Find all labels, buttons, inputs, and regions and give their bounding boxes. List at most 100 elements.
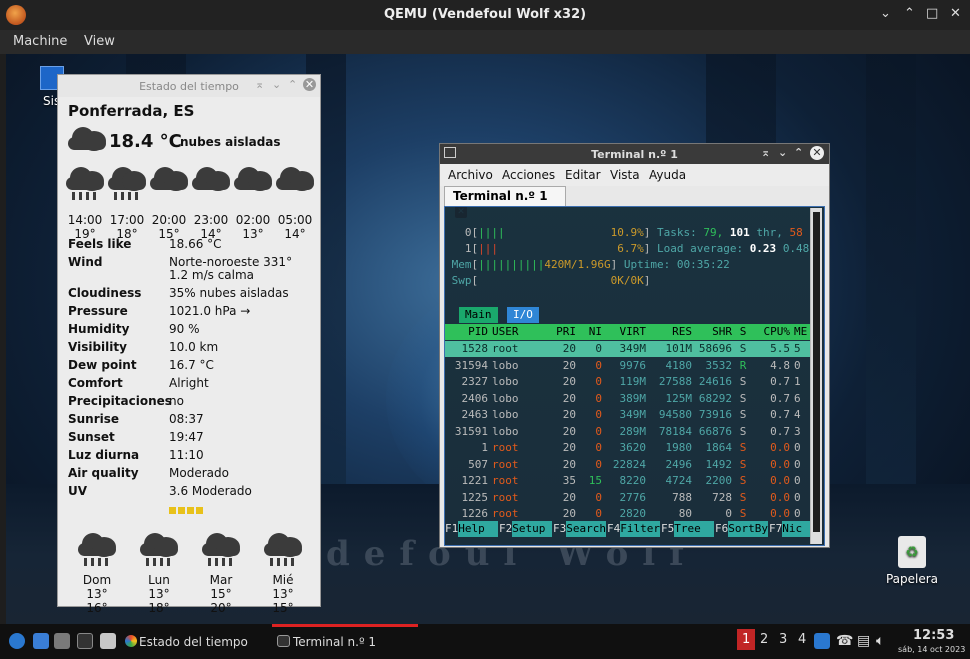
- workspace-1[interactable]: 1: [737, 629, 756, 650]
- maximize-icon[interactable]: □: [926, 6, 938, 21]
- detail-value: 3.6 Moderado: [169, 484, 252, 498]
- uv-bar-segment: [169, 507, 176, 514]
- cell: 0.7: [770, 408, 790, 421]
- desktop-icon-trash[interactable]: ♻ Papelera: [882, 536, 942, 586]
- htop-tab-io[interactable]: I/O: [507, 307, 539, 323]
- menu-machine[interactable]: Machine: [13, 34, 67, 49]
- cell: 27588: [658, 375, 692, 388]
- cell: 2327: [461, 375, 489, 388]
- cell: NI: [588, 325, 602, 338]
- detail-value: 90 %: [169, 322, 200, 336]
- maximize-icon[interactable]: ⌃: [288, 78, 297, 91]
- detail-label: Sunrise: [68, 412, 120, 426]
- menu-editar[interactable]: Editar: [565, 168, 601, 182]
- cell: 507: [468, 457, 488, 471]
- detail-label: UV: [68, 484, 88, 498]
- terminal-launcher-icon[interactable]: [77, 633, 93, 649]
- fkey-setup[interactable]: F2Setup: [499, 521, 553, 537]
- workspace-4[interactable]: 4: [798, 632, 806, 647]
- process-row[interactable]: 31591 lobo 20 0 289M 78184 66876 S 0.7 3: [445, 424, 815, 440]
- cell: lobo: [492, 391, 519, 405]
- cell: 24616: [698, 375, 732, 388]
- menu-view[interactable]: View: [84, 34, 115, 49]
- hourly-forecast: 02:00 13°: [232, 167, 274, 241]
- maximize-icon[interactable]: ⌃: [794, 146, 803, 159]
- process-row[interactable]: 2406 lobo 20 0 389M 125M 68292 S 0.7 6: [445, 391, 815, 407]
- fkey-tree[interactable]: F5Tree: [661, 521, 715, 537]
- minimize-icon[interactable]: ⌄: [880, 6, 891, 21]
- guest-desktop: defoul Wolf Sist ♻ Papelera Estado del t…: [6, 54, 970, 659]
- fkey-sortby[interactable]: F6SortBy: [715, 521, 769, 537]
- detail-value: 11:10: [169, 448, 204, 462]
- cell: 728: [712, 490, 732, 504]
- hourly-forecast: 23:00 14°: [190, 167, 232, 241]
- menu-vista[interactable]: Vista: [610, 168, 640, 182]
- cpu0-meter: 0[|||| 10.9%] Tasks: 79, 101 thr, 58 k: [464, 226, 816, 239]
- process-row[interactable]: 1528 root 20 0 349M 101M 58696 S 5.5 5: [445, 341, 815, 357]
- process-row[interactable]: 1 root 20 0 3620 1980 1864 S 0.0 0: [445, 440, 815, 456]
- process-row[interactable]: 1226 root 20 0 2820 80 0 S 0.0 0: [445, 506, 815, 522]
- file-manager-icon[interactable]: [54, 633, 70, 649]
- storage-icon[interactable]: ▤: [857, 633, 870, 649]
- shade-icon[interactable]: ⌅: [761, 146, 770, 159]
- cell: 0: [595, 490, 602, 504]
- fkey-filter[interactable]: F4Filter: [607, 521, 661, 537]
- menu-archivo[interactable]: Archivo: [448, 168, 493, 182]
- fkey-number: F7: [769, 522, 783, 535]
- htop-tab-main[interactable]: Main: [459, 307, 498, 323]
- close-icon[interactable]: ✕: [303, 78, 316, 91]
- uv-level-bar: [169, 499, 205, 514]
- network-icon[interactable]: ☎: [836, 633, 853, 649]
- cell: 4.8: [770, 358, 790, 372]
- cell: 0.0: [770, 507, 790, 520]
- process-row[interactable]: 1221 root 35 15 8220 4724 2200 S 0.0 0: [445, 473, 815, 489]
- cell: lobo: [492, 408, 519, 421]
- close-icon[interactable]: ✕: [810, 146, 824, 160]
- workspace-3[interactable]: 3: [779, 632, 787, 647]
- process-table-header[interactable]: PID USER PRI NI VIRT RES SHR S CPU% ME: [445, 324, 815, 340]
- workspace-2[interactable]: 2: [760, 632, 768, 647]
- close-icon[interactable]: ✕: [950, 6, 961, 21]
- daily-day: Dom: [82, 573, 112, 587]
- process-row[interactable]: 2463 lobo 20 0 349M 94580 73916 S 0.7 4: [445, 407, 815, 423]
- hourly-time: 02:00: [235, 213, 271, 227]
- cell: 20: [562, 424, 576, 438]
- cell: 80: [678, 507, 692, 520]
- terminal-tab[interactable]: Terminal n.º 1 ✕: [444, 186, 566, 218]
- menu-acciones[interactable]: Acciones: [502, 168, 555, 182]
- editor-launcher-icon[interactable]: [100, 633, 116, 649]
- process-row[interactable]: 2327 lobo 20 0 119M 27588 24616 S 0.7 1: [445, 374, 815, 390]
- htop-output[interactable]: 0[|||| 10.9%] Tasks: 79, 101 thr, 58 k 1…: [444, 206, 825, 546]
- uv-bar-segment: [178, 507, 185, 514]
- detail-label: Wind: [68, 255, 103, 269]
- detail-value: Alright: [169, 376, 209, 390]
- rain-cloud-icon: [190, 167, 232, 213]
- process-row[interactable]: 31594 lobo 20 0 9976 4180 3532 R 4.8 0: [445, 358, 815, 374]
- show-desktop-icon[interactable]: [33, 633, 49, 649]
- weather-titlebar: Estado del tiempo ⌅ ⌄ ⌃ ✕: [58, 75, 320, 97]
- menu-ayuda[interactable]: Ayuda: [649, 168, 686, 182]
- weather-tray-icon[interactable]: [814, 633, 830, 649]
- volume-icon[interactable]: 🔈︎: [876, 633, 884, 649]
- daily-high: 13°: [272, 587, 294, 601]
- cell: S: [739, 424, 747, 438]
- cell: S: [739, 325, 747, 338]
- cell: 4180: [665, 358, 693, 372]
- fkey-help[interactable]: F1Help: [445, 521, 499, 537]
- restore-icon[interactable]: ⌃: [904, 6, 915, 21]
- task-terminal[interactable]: Terminal n.º 1: [293, 635, 376, 649]
- task-weather[interactable]: Estado del tiempo: [139, 635, 248, 649]
- detail-value: Moderado: [169, 466, 229, 480]
- process-row[interactable]: 1225 root 20 0 2776 788 728 S 0.0 0: [445, 490, 815, 506]
- minimize-icon[interactable]: ⌄: [778, 146, 787, 159]
- start-menu-icon[interactable]: [9, 633, 25, 649]
- shade-icon[interactable]: ⌅: [255, 78, 264, 91]
- fkey-search[interactable]: F3Search: [553, 521, 607, 537]
- clock-time[interactable]: 12:53: [913, 628, 954, 643]
- process-row[interactable]: 507 root 20 0 22824 2496 1492 S 0.0 0: [445, 457, 815, 473]
- cell: 8220: [619, 474, 647, 487]
- terminal-scrollbar[interactable]: [810, 208, 822, 544]
- cell: 0: [794, 441, 801, 454]
- cell: 2776: [619, 490, 647, 504]
- minimize-icon[interactable]: ⌄: [272, 78, 281, 91]
